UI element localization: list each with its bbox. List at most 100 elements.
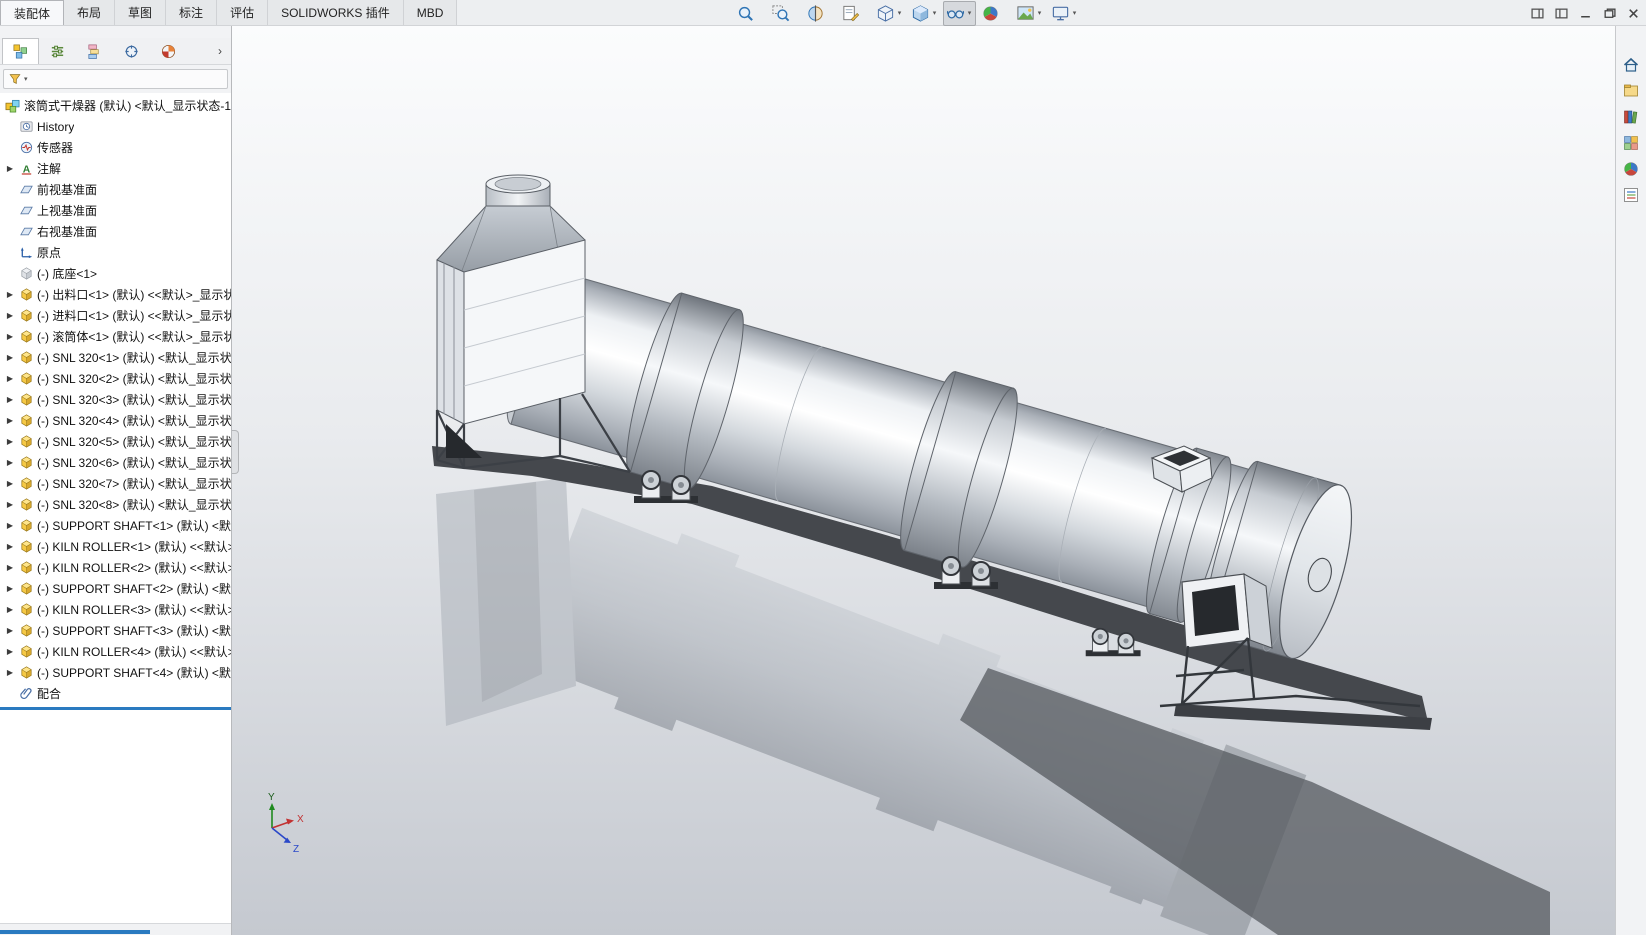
featuremanager-tab[interactable] (2, 38, 39, 64)
expand-arrow-icon[interactable]: ▶ (4, 332, 16, 341)
apply-scene-button[interactable]: ▾ (1013, 1, 1046, 26)
expand-arrow-icon[interactable]: ▶ (4, 437, 16, 446)
tree-root-item[interactable]: 滚筒式干燥器 (默认) <默认_显示状态-1> (0, 95, 231, 116)
edit-appearance-button[interactable] (978, 1, 1011, 26)
expand-arrow-icon[interactable]: ▶ (4, 626, 16, 635)
tree-item[interactable]: ▶ (-) SNL 320<3> (默认) <默认_显示状态-1> (0, 389, 231, 410)
tab-mbd[interactable]: MBD (403, 0, 458, 25)
graphics-area[interactable]: Y X Z (232, 26, 1615, 935)
tree-item[interactable]: 前视基准面 (0, 179, 231, 200)
panel-scrollbar[interactable] (0, 923, 231, 935)
expand-arrow-icon[interactable]: ▶ (4, 647, 16, 656)
expand-arrow-icon[interactable]: ▶ (4, 458, 16, 467)
tab-sketch[interactable]: 草图 (115, 0, 167, 25)
minimize-button[interactable] (1579, 7, 1592, 20)
tree-item-label: 上视基准面 (37, 204, 98, 218)
dropdown-arrow-icon[interactable]: ▾ (1071, 9, 1078, 17)
tree-item[interactable]: ▶ (-) SNL 320<6> (默认) <默认_显示状态-1> (0, 452, 231, 473)
expand-arrow-icon[interactable]: ▶ (4, 416, 16, 425)
tree-item[interactable]: ▶ (-) KILN ROLLER<2> (默认) <<默认>_显示状态-1> (0, 557, 231, 578)
expand-arrow-icon[interactable]: ▶ (4, 584, 16, 593)
tree-item[interactable]: History (0, 116, 231, 137)
expand-arrow-icon[interactable]: ▶ (4, 668, 16, 677)
view-orientation-button[interactable]: ▾ (873, 1, 906, 26)
panel-expand-button[interactable]: › (211, 38, 229, 64)
panel-splitter[interactable] (232, 430, 239, 474)
hide-show-items-button[interactable]: ▾ (943, 0, 976, 26)
expand-arrow-icon[interactable]: ▶ (4, 395, 16, 404)
annotation-view-button[interactable] (838, 1, 871, 26)
section-view-button[interactable] (803, 1, 836, 26)
tree-item[interactable]: ▶ (-) 进料口<1> (默认) <<默认>_显示状态-1> (0, 305, 231, 326)
assembly-icon (5, 98, 20, 113)
custom-properties-icon[interactable] (1619, 184, 1643, 206)
tree-item[interactable]: 右视基准面 (0, 221, 231, 242)
tree-item[interactable]: 传感器 (0, 137, 231, 158)
tree-item[interactable]: ▶ (-) SNL 320<5> (默认) <默认_显示状态-1> (0, 431, 231, 452)
expand-arrow-icon[interactable]: ▶ (4, 311, 16, 320)
zoom-area-button[interactable] (768, 1, 801, 26)
tree-item[interactable]: ▶ 注解 (0, 158, 231, 179)
tree-item[interactable]: ▶ (-) SNL 320<4> (默认) <默认_显示状态-1> (0, 410, 231, 431)
view-settings-button[interactable]: ▾ (1048, 1, 1081, 26)
dimxpertmanager-tab[interactable] (113, 38, 150, 64)
expand-arrow-icon[interactable]: ▶ (4, 605, 16, 614)
tree-item[interactable]: ▶ (-) KILN ROLLER<4> (默认) <<默认>_显示状态-1> (0, 641, 231, 662)
expand-arrow-icon[interactable]: ▶ (4, 563, 16, 572)
displaymanager-tab[interactable] (150, 38, 187, 64)
expand-arrow-icon[interactable]: ▶ (4, 479, 16, 488)
view-palette-icon[interactable] (1619, 132, 1643, 154)
expand-arrow-icon[interactable]: ▶ (4, 353, 16, 362)
feature-tree: History 传感器 ▶ 注解 前视基准面 上视基准面 右视基准面 原点 (-… (0, 116, 231, 704)
tree-item[interactable]: ▶ (-) SNL 320<2> (默认) <默认_显示状态-1> (0, 368, 231, 389)
tree-item[interactable]: 上视基准面 (0, 200, 231, 221)
tab-evaluate[interactable]: 评估 (217, 0, 269, 25)
tree-item[interactable]: ▶ (-) KILN ROLLER<1> (默认) <<默认>_显示状态-1> (0, 536, 231, 557)
tree-item[interactable]: ▶ (-) SUPPORT SHAFT<4> (默认) <默认_显示状态-1> (0, 662, 231, 683)
home-icon[interactable] (1619, 54, 1643, 76)
expand-arrow-icon[interactable]: ▶ (4, 542, 16, 551)
expand-arrow-icon[interactable]: ▶ (4, 164, 16, 173)
tab-layout[interactable]: 布局 (64, 0, 116, 25)
viewport-canvas[interactable]: Y X Z (232, 26, 1615, 935)
scrollbar-thumb[interactable] (0, 930, 150, 934)
dropdown-arrow-icon[interactable]: ▾ (1036, 9, 1043, 17)
display-style-button[interactable]: ▾ (908, 1, 941, 26)
expand-arrow-icon[interactable]: ▶ (4, 500, 16, 509)
tree-item[interactable]: ▶ (-) SUPPORT SHAFT<3> (默认) <默认_显示状态-1> (0, 620, 231, 641)
propertymanager-tab[interactable] (39, 38, 76, 64)
tab-solidworks-addins[interactable]: SOLIDWORKS 插件 (268, 0, 404, 25)
expand-arrow-icon[interactable]: ▶ (4, 290, 16, 299)
tree-item[interactable]: 配合 (0, 683, 231, 704)
tree-item[interactable]: 原点 (0, 242, 231, 263)
solidworks-resources-icon[interactable] (1619, 80, 1643, 102)
tree-item-label: 前视基准面 (37, 183, 98, 197)
tree-item[interactable]: (-) 底座<1> (0, 263, 231, 284)
close-button[interactable] (1627, 7, 1640, 20)
appearances-icon[interactable] (1619, 158, 1643, 180)
tree-item[interactable]: ▶ (-) SNL 320<7> (默认) <默认_显示状态-1> (0, 473, 231, 494)
toggle-right-pane-icon[interactable] (1555, 7, 1568, 20)
dropdown-arrow-icon[interactable]: ▾ (896, 9, 903, 17)
configurationmanager-tab[interactable] (76, 38, 113, 64)
tree-filter[interactable]: ▾ (3, 69, 228, 89)
dropdown-arrow-icon[interactable]: ▾ (931, 9, 938, 17)
tree-item[interactable]: ▶ (-) SNL 320<8> (默认) <默认_显示状态-1> (0, 494, 231, 515)
tree-item[interactable]: ▶ (-) SUPPORT SHAFT<2> (默认) <默认_显示状态-1> (0, 578, 231, 599)
design-library-icon[interactable] (1619, 106, 1643, 128)
task-pane-icon (1622, 82, 1640, 100)
filter-dropdown-icon[interactable]: ▾ (24, 75, 28, 83)
tree-item[interactable]: ▶ (-) KILN ROLLER<3> (默认) <<默认>_显示状态-1> (0, 599, 231, 620)
tree-item[interactable]: ▶ (-) SUPPORT SHAFT<1> (默认) <默认_显示状态-1> (0, 515, 231, 536)
tree-item[interactable]: ▶ (-) 滚筒体<1> (默认) <<默认>_显示状态-1> (0, 326, 231, 347)
zoom-fit-button[interactable] (733, 1, 766, 26)
tree-item[interactable]: ▶ (-) 出料口<1> (默认) <<默认>_显示状态-1> (0, 284, 231, 305)
tree-item[interactable]: ▶ (-) SNL 320<1> (默认) <默认_显示状态-1> (0, 347, 231, 368)
expand-arrow-icon[interactable]: ▶ (4, 521, 16, 530)
restore-button[interactable] (1603, 7, 1616, 20)
expand-arrow-icon[interactable]: ▶ (4, 374, 16, 383)
tab-assembly[interactable]: 装配体 (0, 0, 65, 25)
tab-annotation[interactable]: 标注 (166, 0, 218, 25)
dropdown-arrow-icon[interactable]: ▾ (966, 9, 973, 17)
toggle-left-pane-icon[interactable] (1531, 7, 1544, 20)
